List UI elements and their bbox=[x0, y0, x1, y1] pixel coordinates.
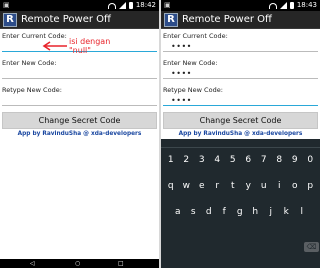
annotation: isi dengan "null" bbox=[42, 37, 111, 55]
key-t[interactable]: t bbox=[225, 177, 241, 195]
status-bar: ▣ 18:43 bbox=[161, 0, 320, 11]
new-code-field[interactable] bbox=[2, 68, 157, 79]
wifi-icon bbox=[268, 2, 277, 9]
annotation-line2: "null" bbox=[69, 46, 91, 55]
retype-code-field[interactable] bbox=[2, 95, 157, 106]
key-l[interactable]: l bbox=[294, 203, 310, 221]
soft-keyboard: 1234567890 qwertyuiop asdfghjkl ⌫ bbox=[161, 139, 320, 268]
action-bar: R Remote Power Off bbox=[0, 11, 159, 29]
current-code-label: Enter Current Code: bbox=[163, 32, 228, 40]
app-title: Remote Power Off bbox=[182, 14, 272, 25]
notification-icon: ▣ bbox=[3, 1, 10, 9]
retype-code-field[interactable]: •••• bbox=[163, 95, 318, 106]
key-8[interactable]: 8 bbox=[272, 151, 288, 169]
key-f[interactable]: f bbox=[217, 203, 233, 221]
annotation-arrow-icon bbox=[42, 41, 67, 51]
key-u[interactable]: u bbox=[256, 177, 272, 195]
key-5[interactable]: 5 bbox=[225, 151, 241, 169]
key-0[interactable]: 0 bbox=[303, 151, 319, 169]
change-secret-code-button[interactable]: Change Secret Code bbox=[2, 112, 157, 129]
backspace-icon[interactable]: ⌫ bbox=[304, 242, 319, 252]
key-g[interactable]: g bbox=[232, 203, 248, 221]
change-secret-code-button[interactable]: Change Secret Code bbox=[163, 112, 318, 129]
battery-icon bbox=[289, 2, 294, 9]
recents-icon[interactable]: □ bbox=[118, 260, 124, 267]
app-icon: R bbox=[164, 13, 178, 27]
key-4[interactable]: 4 bbox=[210, 151, 226, 169]
clock: 18:42 bbox=[135, 1, 156, 9]
new-code-field[interactable]: •••• bbox=[163, 68, 318, 79]
annotation-line1: isi dengan bbox=[69, 37, 111, 46]
status-bar: ▣ 18:42 bbox=[0, 0, 159, 11]
key-3[interactable]: 3 bbox=[194, 151, 210, 169]
key-o[interactable]: o bbox=[287, 177, 303, 195]
key-d[interactable]: d bbox=[201, 203, 217, 221]
key-k[interactable]: k bbox=[279, 203, 295, 221]
nav-bar: ◁ ○ □ bbox=[0, 259, 159, 268]
retype-code-label: Retype New Code: bbox=[163, 86, 223, 94]
home-icon[interactable]: ○ bbox=[75, 260, 80, 267]
key-1[interactable]: 1 bbox=[163, 151, 179, 169]
retype-code-label: Retype New Code: bbox=[2, 86, 62, 94]
current-code-field[interactable]: •••• bbox=[163, 41, 318, 52]
key-y[interactable]: y bbox=[241, 177, 257, 195]
key-7[interactable]: 7 bbox=[256, 151, 272, 169]
key-p[interactable]: p bbox=[303, 177, 319, 195]
key-9[interactable]: 9 bbox=[287, 151, 303, 169]
key-q[interactable]: q bbox=[163, 177, 179, 195]
action-bar: R Remote Power Off bbox=[161, 11, 320, 29]
key-a[interactable]: a bbox=[170, 203, 186, 221]
key-i[interactable]: i bbox=[272, 177, 288, 195]
key-j[interactable]: j bbox=[263, 203, 279, 221]
key-6[interactable]: 6 bbox=[241, 151, 257, 169]
key-w[interactable]: w bbox=[179, 177, 195, 195]
keyboard-top-bar bbox=[161, 139, 320, 148]
key-r[interactable]: r bbox=[210, 177, 226, 195]
right-screen: ▣ 18:43 R Remote Power Off Enter Current… bbox=[161, 0, 320, 268]
app-icon: R bbox=[3, 13, 17, 27]
new-code-label: Enter New Code: bbox=[2, 59, 57, 67]
keyboard-middle-row: asdfghjkl bbox=[161, 203, 320, 221]
key-s[interactable]: s bbox=[186, 203, 202, 221]
credit-text: App by RavinduSha @ xda-developers bbox=[17, 131, 142, 137]
notification-icon: ▣ bbox=[164, 1, 171, 9]
current-code-label: Enter Current Code: bbox=[2, 32, 67, 40]
signal-icon bbox=[279, 2, 287, 9]
battery-icon bbox=[128, 2, 133, 9]
signal-icon bbox=[118, 2, 126, 9]
key-2[interactable]: 2 bbox=[179, 151, 195, 169]
app-title: Remote Power Off bbox=[21, 14, 111, 25]
wifi-icon bbox=[107, 2, 116, 9]
new-code-label: Enter New Code: bbox=[163, 59, 218, 67]
key-h[interactable]: h bbox=[248, 203, 264, 221]
clock: 18:43 bbox=[296, 1, 317, 9]
credit-text: App by RavinduSha @ xda-developers bbox=[178, 131, 303, 137]
left-screen: ▣ 18:42 R Remote Power Off Enter Current… bbox=[0, 0, 159, 268]
keyboard-number-row: 1234567890 bbox=[161, 151, 320, 169]
back-icon[interactable]: ◁ bbox=[30, 260, 35, 267]
keyboard-top-row: qwertyuiop bbox=[161, 177, 320, 195]
key-e[interactable]: e bbox=[194, 177, 210, 195]
